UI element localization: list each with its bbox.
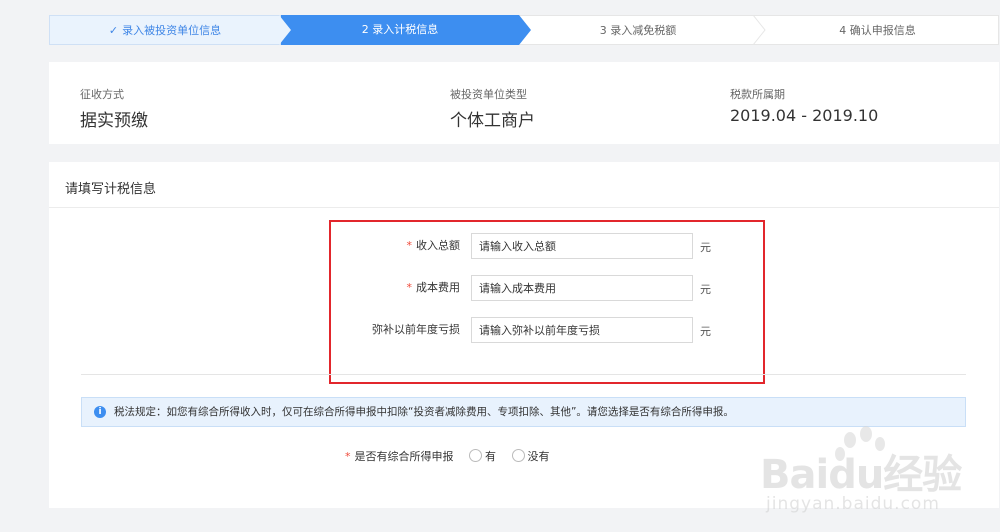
radio-option-yes[interactable]: 有: [457, 448, 496, 466]
tax-period-value: 2019.04 - 2019.10: [730, 106, 879, 125]
form-divider: [49, 207, 999, 208]
radio-question-label: 是否有综合所得申报: [354, 450, 454, 463]
comprehensive-income-question: * 是否有综合所得申报 有 没有: [345, 448, 550, 466]
required-mark: *: [345, 450, 351, 463]
watermark-brand: Baidu经验: [760, 452, 962, 498]
tax-period: 税款所属期 2019.04 - 2019.10: [730, 86, 878, 125]
unit-type-value: 个体工商户: [450, 111, 535, 131]
info-icon: i: [94, 406, 106, 418]
tax-period-label: 税款所属期: [730, 88, 785, 101]
step-arrows: [279, 15, 766, 45]
notice-text: 税法规定：如您有综合所得收入时，仅可在综合所得申报中扣除“投资者减除费用、专项扣…: [114, 406, 734, 418]
baidu-jingyan-watermark: Baidu经验 jingyan.baidu.com: [760, 426, 996, 524]
summary-card: 征收方式 据实预缴 被投资单位类型 个体工商户 税款所属期 2019.04 - …: [49, 62, 999, 144]
unit-type-label: 被投资单位类型: [450, 88, 527, 101]
collection-method-label: 征收方式: [80, 88, 124, 101]
step-3-arrow: [752, 15, 766, 45]
step-2-arrow: [519, 15, 531, 45]
section-divider: [81, 374, 966, 375]
collection-method-value: 据实预缴: [80, 111, 148, 131]
radio-circle-icon[interactable]: [511, 449, 525, 462]
watermark-url: jingyan.baidu.com: [766, 494, 940, 514]
radio-circle-icon[interactable]: [469, 449, 482, 462]
form-title: 请填写计税信息: [65, 182, 157, 197]
highlight-box: [329, 220, 765, 384]
step-progress-bar: ✓ 录入被投资单位信息 2 录入计税信息 3 录入减免税额 4 确认申报信息: [49, 15, 999, 45]
radio-option-no[interactable]: 没有: [500, 448, 550, 466]
tax-rule-notice: i 税法规定：如您有综合所得收入时，仅可在综合所得申报中扣除“投资者减除费用、专…: [81, 397, 966, 427]
step-1-arrow: [279, 15, 291, 45]
collection-method: 征收方式 据实预缴: [80, 86, 148, 131]
unit-type: 被投资单位类型 个体工商户: [450, 86, 535, 131]
